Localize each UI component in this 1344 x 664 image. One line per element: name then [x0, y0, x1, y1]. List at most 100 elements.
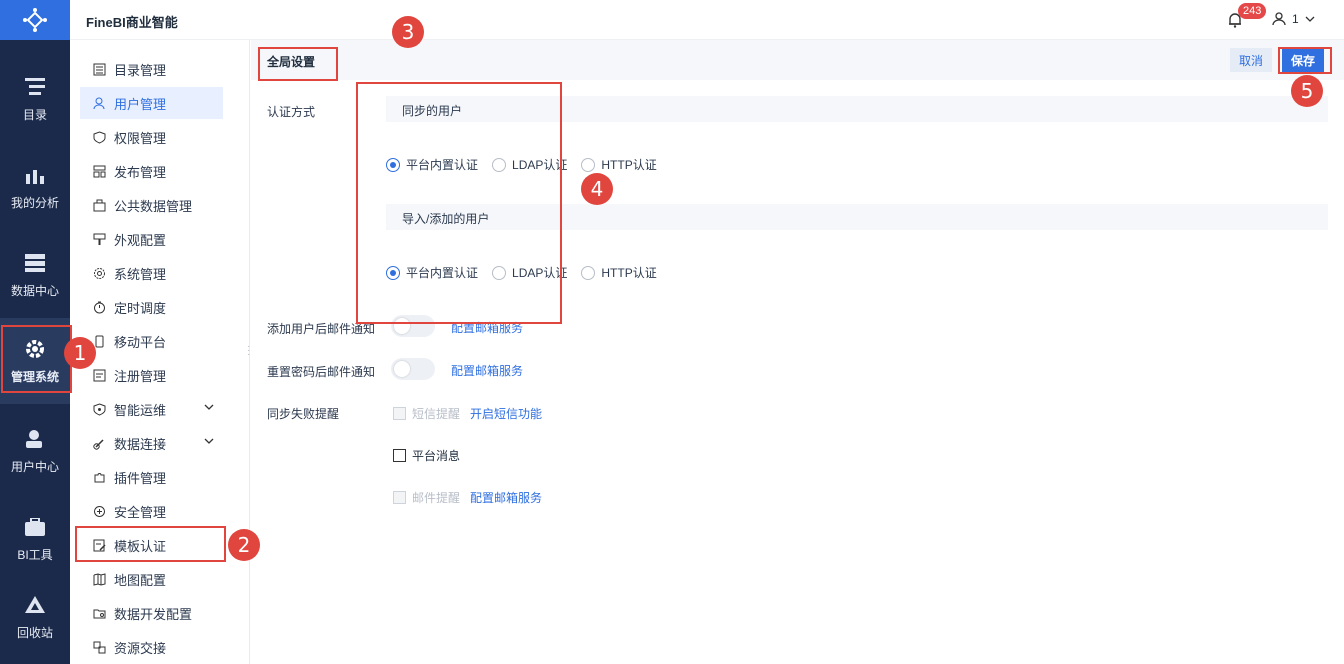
radio-dot — [386, 157, 400, 172]
menu-label: 发布管理 — [114, 164, 167, 180]
radio-label: LDAP认证 — [512, 266, 568, 280]
folder-settings-icon — [92, 606, 106, 620]
mail-checkbox: 邮件提醒 — [393, 489, 460, 506]
rail-label: 用户中心 — [10, 459, 59, 474]
menu-item-registration[interactable]: 注册管理 — [80, 359, 223, 391]
menu-item-data-dev-config[interactable]: 数据开发配置 — [80, 597, 223, 629]
annotation-number: 2 — [228, 529, 260, 561]
platform-message-checkbox[interactable]: 平台消息 — [393, 447, 460, 464]
menu-item-catalog-mgmt[interactable]: 目录管理 — [80, 53, 223, 85]
import-users-title: 导入/添加的用户 — [402, 212, 490, 226]
main-nav-rail: 目录 我的分析 数据中心 管理系统 用户中心 BI工具 回收站 — [0, 0, 70, 664]
menu-item-public-data-mgmt[interactable]: 公共数据管理 — [80, 189, 223, 221]
tab-global-settings[interactable]: 全局设置 — [267, 53, 315, 70]
menu-item-mobile[interactable]: 移动平台 — [80, 325, 223, 357]
menu-item-permission-mgmt[interactable]: 权限管理 — [80, 121, 223, 153]
rail-label: 回收站 — [16, 625, 53, 640]
menu-item-security-mgmt[interactable]: 安全管理 — [80, 495, 223, 527]
menu-item-template-cert[interactable]: 模板认证 — [80, 529, 223, 561]
import-users-section: 导入/添加的用户 — [386, 204, 1328, 230]
menu-item-schedule[interactable]: 定时调度 — [80, 291, 223, 323]
publish-icon — [92, 164, 106, 178]
menu-label: 用户管理 — [114, 96, 167, 112]
app-logo[interactable] — [0, 0, 70, 40]
menu-item-plugin-mgmt[interactable]: 插件管理 — [80, 461, 223, 493]
rail-item-recycle-bin[interactable]: 回收站 — [0, 574, 70, 660]
menu-item-publish-mgmt[interactable]: 发布管理 — [80, 155, 223, 187]
logo-icon — [23, 8, 47, 32]
rail-label: 我的分析 — [10, 195, 59, 210]
radio-dot — [492, 157, 507, 172]
cancel-button[interactable]: 取消 — [1230, 48, 1273, 72]
menu-item-resource-handover[interactable]: 资源交接 — [80, 631, 223, 663]
add-user-notify-toggle[interactable] — [391, 315, 435, 337]
user-icon — [92, 96, 106, 110]
ops-icon — [92, 402, 106, 416]
config-mail-link[interactable]: 配置邮箱服务 — [451, 319, 523, 336]
add-user-notify-label: 添加用户后邮件通知 — [267, 322, 376, 336]
radio-import-builtin[interactable]: 平台内置认证 — [386, 264, 478, 281]
menu-item-system-mgmt[interactable]: 系统管理 — [80, 257, 223, 289]
timer-icon — [92, 300, 106, 314]
user-menu[interactable]: 1 — [1272, 12, 1315, 26]
rail-item-data-center[interactable]: 数据中心 — [0, 232, 70, 318]
sync-users-section: 同步的用户 — [386, 96, 1328, 122]
settings-icon — [92, 266, 106, 280]
menu-label: 目录管理 — [114, 62, 167, 78]
app-title: FineBI商业智能 — [86, 15, 178, 30]
paint-icon — [92, 232, 106, 246]
radio-import-ldap[interactable]: LDAP认证 — [492, 264, 567, 281]
menu-item-smart-ops[interactable]: 智能运维 — [80, 393, 230, 425]
link-icon — [92, 436, 106, 450]
rail-item-admin[interactable]: 管理系统 — [0, 318, 70, 404]
menu-label: 权限管理 — [114, 130, 167, 146]
database-icon — [24, 252, 46, 274]
gear-icon — [24, 338, 46, 360]
checkbox-box — [393, 491, 406, 504]
rail-label: BI工具 — [17, 547, 53, 562]
radio-dot — [581, 265, 596, 280]
rail-item-user-center[interactable]: 用户中心 — [0, 408, 70, 494]
security-icon — [92, 504, 106, 518]
menu-label: 系统管理 — [114, 266, 167, 282]
list-icon — [92, 62, 106, 76]
menu-label: 模板认证 — [114, 538, 167, 554]
rail-item-bi-tools[interactable]: BI工具 — [0, 496, 70, 582]
radio-label: 平台内置认证 — [406, 158, 479, 172]
radio-sync-http[interactable]: HTTP认证 — [581, 156, 657, 173]
user-name: 1 — [1292, 12, 1299, 26]
checkbox-box — [393, 449, 406, 462]
chevron-down-icon — [204, 438, 214, 444]
catalog-icon — [24, 76, 46, 98]
radio-sync-ldap[interactable]: LDAP认证 — [492, 156, 567, 173]
menu-label: 注册管理 — [114, 368, 167, 384]
toolbox-icon — [24, 516, 46, 538]
menu-label: 移动平台 — [114, 334, 167, 350]
recycle-icon — [24, 594, 46, 616]
save-button[interactable]: 保存 — [1282, 48, 1325, 72]
open-sms-link[interactable]: 开启短信功能 — [470, 405, 542, 422]
menu-item-data-connection[interactable]: 数据连接 — [80, 427, 230, 459]
handover-icon — [92, 640, 106, 654]
drag-handle[interactable]: · · · — [247, 342, 250, 360]
config-mail-link[interactable]: 配置邮箱服务 — [451, 362, 523, 379]
menu-item-appearance[interactable]: 外观配置 — [80, 223, 223, 255]
radio-label: HTTP认证 — [601, 266, 657, 280]
rail-item-my-analysis[interactable]: 我的分析 — [0, 144, 70, 230]
radio-dot — [386, 265, 400, 280]
menu-item-map-config[interactable]: 地图配置 — [80, 563, 223, 595]
radio-sync-builtin[interactable]: 平台内置认证 — [386, 156, 478, 173]
reset-pwd-notify-toggle[interactable] — [391, 358, 435, 380]
menu-label: 资源交接 — [114, 640, 167, 656]
rail-item-catalog[interactable]: 目录 — [0, 56, 70, 142]
menu-item-user-mgmt[interactable]: 用户管理 — [80, 87, 223, 119]
config-mail-link[interactable]: 配置邮箱服务 — [470, 489, 542, 506]
import-users-radio-group: 平台内置认证 LDAP认证 HTTP认证 — [386, 264, 671, 281]
menu-label: 数据连接 — [114, 436, 167, 452]
radio-import-http[interactable]: HTTP认证 — [581, 264, 657, 281]
chevron-down-icon — [1305, 16, 1315, 22]
auth-method-label: 认证方式 — [267, 105, 316, 119]
chart-icon — [24, 164, 46, 186]
register-icon — [92, 368, 106, 382]
menu-label: 地图配置 — [114, 572, 167, 588]
